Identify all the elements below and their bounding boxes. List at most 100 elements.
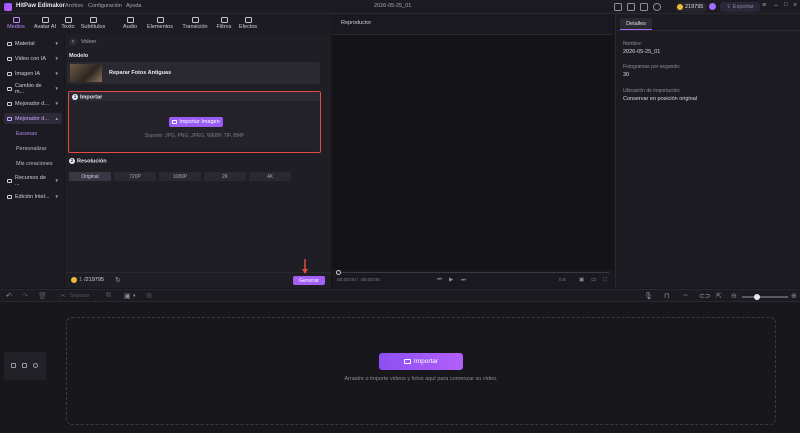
zoom-out-icon[interactable]: ⊖ (731, 292, 737, 300)
supported-formats: Soporte: JPG, PNG, JPEG, WEBP, TIF, BMP (144, 133, 245, 139)
gift-icon[interactable] (640, 3, 648, 11)
ratio-icon[interactable]: ▭ (591, 277, 596, 283)
coin-icon (71, 277, 77, 283)
fullscreen-icon[interactable]: ⛶ (603, 277, 607, 284)
zoom-in-icon[interactable]: ⊕ (791, 292, 797, 300)
preview-link-icon[interactable]: ⊂⊃ (699, 292, 711, 300)
chevron-down-icon[interactable]: ▾ (133, 293, 136, 299)
sidebar-item-cambio[interactable]: Cambio de m... ▼ (4, 83, 62, 95)
monitor-icon[interactable] (614, 3, 622, 11)
sidebar-item-recursos[interactable]: Recursos de ... ▼ (4, 175, 62, 187)
text-icon (64, 17, 72, 23)
window-icon[interactable] (627, 3, 635, 11)
coin-balance[interactable]: 219795 (675, 2, 707, 12)
credits-used: 1 (79, 277, 83, 283)
resolution-original[interactable]: Original (69, 172, 111, 181)
arrow-annotation-icon (302, 259, 308, 274)
filters-icon (220, 17, 228, 23)
scrub-bar[interactable] (337, 272, 609, 273)
account-icon[interactable] (653, 3, 661, 11)
crop-icon[interactable]: ⧉ (106, 292, 111, 300)
menu-configuracion[interactable]: Configuración (88, 3, 122, 9)
back-icon[interactable]: ‹ (69, 38, 77, 46)
menu-ayuda[interactable]: Ayuda (126, 3, 142, 9)
effects-icon (244, 17, 252, 23)
detail-label-name: Nombre: (623, 41, 643, 47)
dropzone-hint: Arrastre o importe videos y fotos aquí p… (344, 376, 498, 382)
media-icon (12, 17, 20, 23)
timeline-dropzone[interactable]: Importar Arrastre o importe videos y fot… (66, 317, 776, 425)
sidebar-sub-personalizar[interactable]: Personalizar (16, 146, 47, 152)
tools-icon[interactable]: ⚙ (146, 292, 152, 300)
resolution-2k[interactable]: 2K (204, 172, 246, 181)
chevron-down-icon: ▼ (54, 71, 59, 76)
playhead-handle[interactable] (336, 269, 341, 275)
media-sidebar: Material ▼ Video con IA ▼ Imagen IA ▼ Cambi… (0, 34, 64, 288)
close-icon[interactable]: × (793, 2, 797, 9)
export-button[interactable]: ⇪ Exportar (720, 2, 760, 12)
sidebar-item-mejorador-1[interactable]: Mejorador d... ▼ (4, 98, 62, 109)
details-panel: Detalles Nombre: 2026-05-25_01 Fotograma… (615, 14, 800, 288)
delete-icon[interactable]: 🗑 (38, 292, 47, 300)
microphone-icon[interactable]: 🎙 (644, 292, 653, 300)
export-icon: ⇪ (726, 4, 731, 10)
timeline-import-button[interactable]: Importar (379, 353, 463, 370)
tab-filtros[interactable]: Filtros (212, 16, 236, 33)
menu-archivo[interactable]: Archivo (65, 3, 83, 9)
details-divider (616, 30, 800, 31)
import-dropzone[interactable]: Importar Imagen Soporte: JPG, PNG, JPEG,… (69, 101, 320, 151)
sidebar-item-edicion[interactable]: Edición Intel... ▼ (4, 191, 62, 202)
back-button[interactable]: Volver (81, 39, 96, 45)
split-icon[interactable]: ✂ (60, 292, 66, 300)
tab-texto[interactable]: Texto (58, 16, 78, 33)
zoom-slider[interactable] (742, 296, 788, 298)
tab-avatar-ai[interactable]: Avatar AI (32, 16, 58, 33)
link-icon[interactable]: ⇔ (682, 292, 689, 299)
sidebar-item-mejorador-2[interactable]: Mejorador d... ▲ (4, 113, 62, 124)
maximize-icon[interactable]: □ (784, 2, 788, 8)
track-visibility-icon[interactable] (33, 363, 38, 368)
tab-elementos[interactable]: Elementos (144, 16, 176, 33)
resolution-720p[interactable]: 720P (114, 172, 156, 181)
model-card[interactable]: Reparar Fotos Antiguas (67, 62, 320, 84)
resolution-1080p[interactable]: 1080P (159, 172, 201, 181)
menu-icon[interactable]: ≡ (762, 2, 766, 9)
magnet-icon[interactable]: ⊓ (664, 292, 669, 300)
sidebar-item-video-ia[interactable]: Video con IA ▼ (4, 53, 62, 64)
fit-icon[interactable]: ⇱ (716, 292, 722, 300)
refresh-icon[interactable]: ↻ (115, 276, 121, 284)
sidebar-item-material[interactable]: Material ▼ (4, 38, 62, 49)
project-title: 2026-05-25_01 (374, 3, 412, 9)
generate-button[interactable]: Generar (293, 276, 325, 285)
sidebar-sub-mis-creaciones[interactable]: Mis creaciones (16, 161, 53, 167)
resolution-4k[interactable]: 4K (249, 172, 291, 181)
minimize-icon[interactable]: – (774, 2, 778, 9)
playback-speed[interactable]: 0.5 (559, 278, 566, 283)
redo-icon[interactable]: ↷ (22, 292, 28, 300)
zoom-handle[interactable] (754, 293, 760, 300)
tab-subtitulos[interactable]: Subtítulos (78, 16, 108, 33)
media-toolbar: Medios Avatar AI Texto Subtítulos Audio … (0, 14, 332, 35)
track-mute-icon[interactable] (22, 363, 27, 368)
vip-icon[interactable] (709, 3, 716, 10)
prev-frame-icon[interactable]: ⏮ (437, 277, 442, 284)
next-frame-icon[interactable]: ⏭ (461, 277, 466, 284)
tab-detalles[interactable]: Detalles (620, 18, 652, 30)
resolution-heading: Resolución (77, 158, 107, 165)
resources-icon (7, 178, 12, 183)
snapshot-icon[interactable]: ▣ (579, 277, 584, 283)
credits-total: /219795 (84, 277, 104, 283)
play-icon[interactable]: ▶ (449, 277, 453, 283)
split-label[interactable]: Separar (70, 293, 90, 299)
tab-medios[interactable]: Medios (3, 16, 29, 35)
undo-icon[interactable]: ↶ (6, 292, 12, 300)
add-marker-icon[interactable]: ▣ (124, 292, 131, 300)
tab-efectos[interactable]: Efectos (236, 16, 260, 33)
sidebar-item-imagen-ia[interactable]: Imagen IA ▼ (4, 68, 62, 79)
tab-audio[interactable]: Audio (117, 16, 143, 33)
chevron-down-icon: ▼ (54, 56, 59, 61)
sidebar-sub-escenas[interactable]: Escenas (16, 131, 37, 137)
tab-transicion[interactable]: Transición (179, 16, 211, 33)
track-lock-icon[interactable] (11, 363, 16, 368)
import-image-button[interactable]: Importar Imagen (169, 117, 223, 127)
